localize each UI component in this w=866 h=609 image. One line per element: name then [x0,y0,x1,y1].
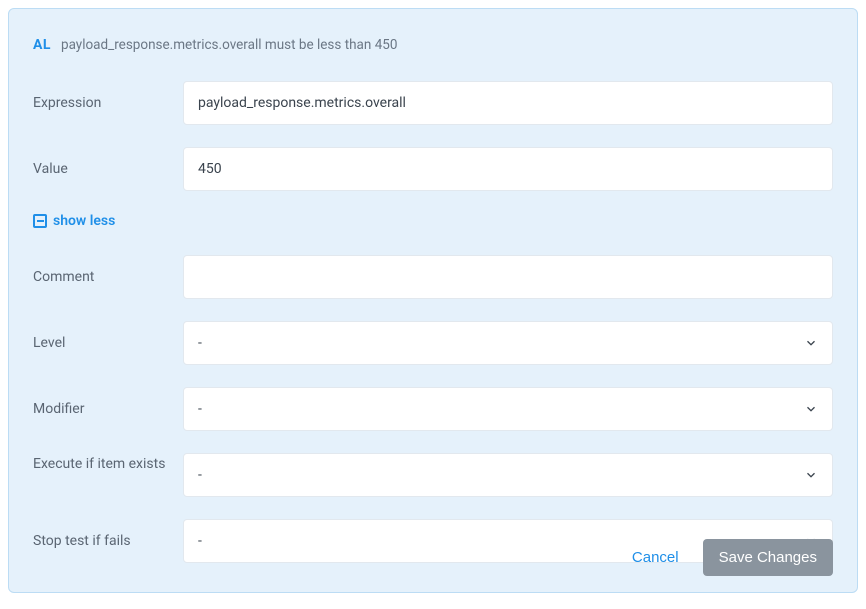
label-modifier: Modifier [33,401,183,417]
value-input[interactable] [198,148,818,190]
expression-field-wrap [183,81,833,125]
show-less-label: show less [53,213,115,229]
chevron-down-icon [804,336,818,350]
row-level: Level - [33,321,833,365]
chevron-down-icon [804,468,818,482]
collapse-icon [33,214,47,228]
expression-input[interactable] [198,82,818,124]
al-badge: AL [33,37,51,53]
label-execute-if: Execute if item exists [33,453,183,475]
comment-field-wrap [183,255,833,299]
save-button[interactable]: Save Changes [703,539,833,576]
row-value: Value [33,147,833,191]
modifier-select[interactable]: - [183,387,833,431]
label-value: Value [33,161,183,177]
row-modifier: Modifier - [33,387,833,431]
row-execute-if: Execute if item exists - [33,453,833,497]
modifier-value: - [198,401,804,417]
header-description: payload_response.metrics.overall must be… [61,37,397,53]
chevron-down-icon [804,402,818,416]
cancel-button[interactable]: Cancel [626,541,685,574]
label-level: Level [33,335,183,351]
label-comment: Comment [33,269,183,285]
row-expression: Expression [33,81,833,125]
value-field-wrap [183,147,833,191]
execute-if-select[interactable]: - [183,453,833,497]
label-stop-if: Stop test if fails [33,533,183,549]
footer-actions: Cancel Save Changes [626,539,833,576]
assertion-panel: AL payload_response.metrics.overall must… [8,8,858,593]
level-value: - [198,335,804,351]
panel-header: AL payload_response.metrics.overall must… [33,37,833,53]
row-comment: Comment [33,255,833,299]
level-select[interactable]: - [183,321,833,365]
comment-input[interactable] [198,256,818,298]
label-expression: Expression [33,95,183,111]
show-less-toggle[interactable]: show less [33,213,833,229]
execute-if-value: - [198,467,804,483]
